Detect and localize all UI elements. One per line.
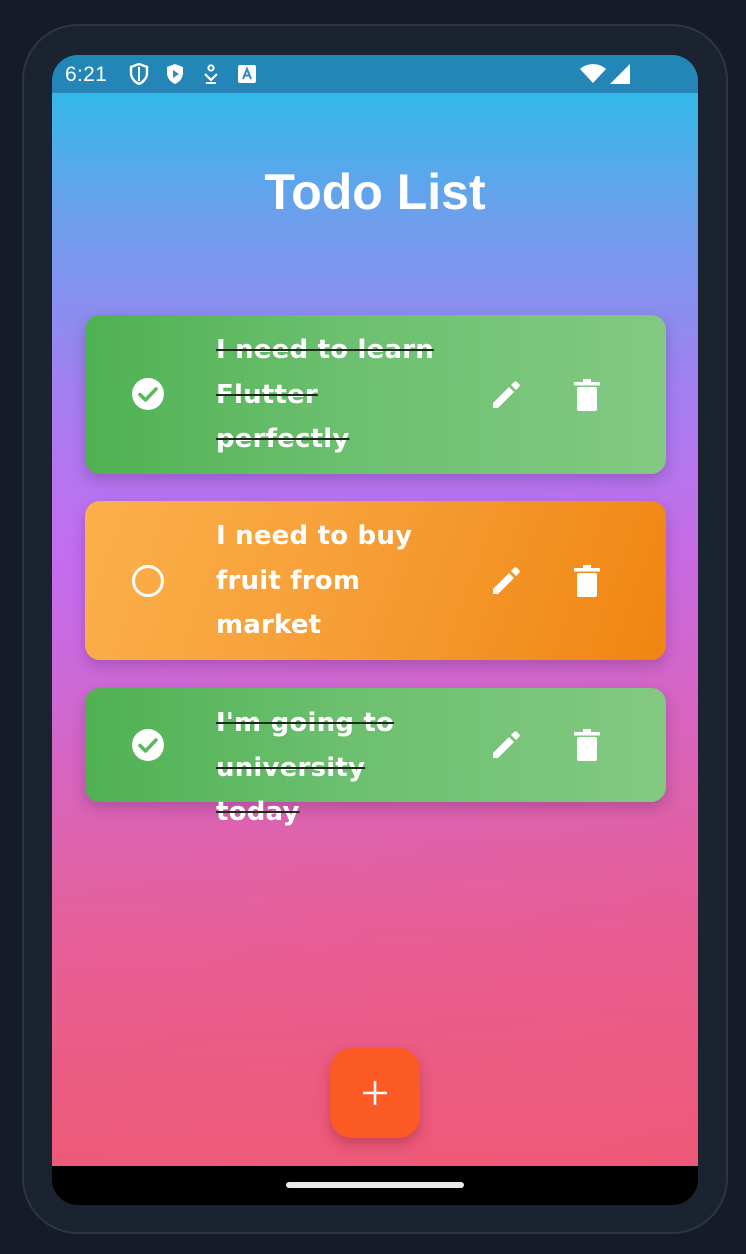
wifi-icon — [580, 64, 606, 90]
phone-screen: 6:21 Todo List I need to learn Flutter p… — [52, 55, 698, 1205]
edit-pencil-icon[interactable] — [488, 377, 524, 413]
unchecked-circle-icon[interactable] — [131, 564, 165, 598]
todo-item[interactable]: I'm going to university today — [85, 688, 666, 827]
plus-icon — [363, 1081, 387, 1105]
checked-circle-icon[interactable] — [131, 728, 165, 762]
status-bar: 6:21 — [52, 55, 698, 93]
todo-item[interactable]: I need to learn Flutter perfectly — [85, 315, 666, 474]
status-icons-right — [580, 64, 630, 90]
home-gesture-handle[interactable] — [286, 1182, 464, 1188]
delete-trash-icon[interactable] — [569, 727, 605, 763]
add-todo-button[interactable] — [330, 1048, 420, 1138]
navigation-bar — [52, 1166, 698, 1205]
delete-trash-icon[interactable] — [569, 377, 605, 413]
checked-circle-icon[interactable] — [131, 377, 165, 411]
edit-pencil-icon[interactable] — [488, 727, 524, 763]
todo-text: I'm going to university today — [216, 708, 395, 827]
play-shield-icon — [164, 63, 186, 85]
todo-item[interactable]: I need to buy fruit from market — [85, 501, 666, 660]
download-icon — [200, 63, 222, 85]
shield-outline-icon — [128, 63, 150, 85]
delete-trash-icon[interactable] — [569, 563, 605, 599]
todo-text: I need to buy fruit from market — [216, 521, 413, 640]
a-square-icon — [236, 63, 258, 85]
page-title: Todo List — [264, 164, 486, 220]
status-time: 6:21 — [65, 63, 108, 86]
edit-pencil-icon[interactable] — [488, 563, 524, 599]
status-icons-left — [128, 63, 258, 85]
signal-icon — [610, 64, 630, 90]
todo-text: I need to learn Flutter perfectly — [216, 335, 434, 454]
